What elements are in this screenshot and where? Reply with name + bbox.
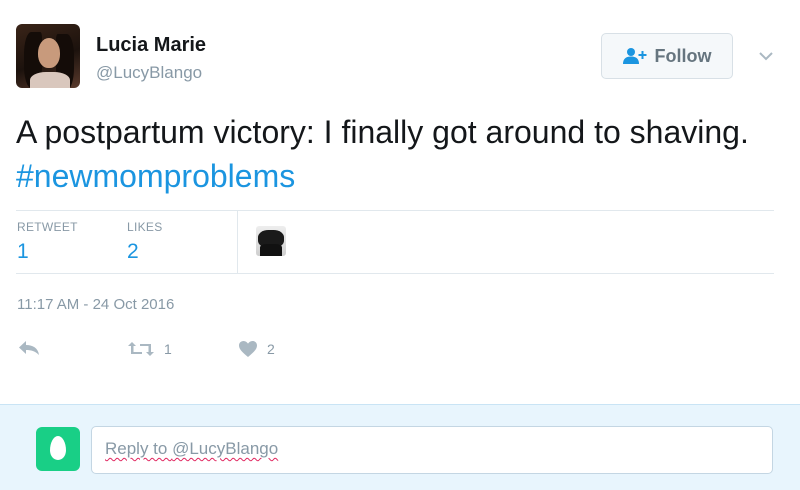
- divider-bottom: [16, 273, 774, 274]
- retweet-count: 1: [17, 240, 29, 263]
- follow-button[interactable]: Follow: [601, 33, 733, 79]
- likes-label: LIKES: [127, 220, 163, 234]
- retweet-stat[interactable]: RETWEET 1: [17, 220, 78, 264]
- divider-top: [16, 210, 774, 211]
- tweet-text: A postpartum victory: I finally got arou…: [16, 110, 776, 198]
- reply-placeholder-handle: @LucyBlango: [172, 439, 279, 458]
- retweet-icon: [128, 342, 154, 356]
- reply-icon: [19, 341, 39, 355]
- avatar-shirt: [30, 72, 70, 88]
- chevron-down-icon[interactable]: [756, 46, 776, 66]
- display-name[interactable]: Lucia Marie: [96, 34, 206, 57]
- liker-avatar-body: [260, 244, 282, 256]
- like-action-count: 2: [267, 341, 275, 357]
- reply-placeholder-prefix: Reply to: [105, 439, 173, 458]
- liker-avatar[interactable]: [256, 226, 286, 256]
- user-avatar[interactable]: [16, 24, 80, 88]
- follow-user-icon: [622, 48, 646, 64]
- hashtag-link[interactable]: #newmomproblems: [16, 158, 295, 194]
- heart-icon: [239, 341, 257, 357]
- reply-section: Reply to @LucyBlango: [0, 404, 800, 490]
- retweet-action-count: 1: [164, 341, 172, 357]
- follow-button-label: Follow: [654, 45, 712, 66]
- retweet-button[interactable]: 1: [127, 340, 172, 358]
- retweet-label: RETWEET: [17, 220, 78, 234]
- egg-icon: [50, 436, 66, 460]
- likes-stat[interactable]: LIKES 2: [127, 220, 163, 264]
- screen-name[interactable]: @LucyBlango: [96, 63, 202, 83]
- tweet-text-body: A postpartum victory: I finally got arou…: [16, 114, 749, 150]
- reply-input[interactable]: Reply to @LucyBlango: [91, 426, 773, 474]
- like-button[interactable]: 2: [238, 340, 275, 358]
- likes-count: 2: [127, 240, 139, 263]
- reply-button[interactable]: [18, 340, 40, 356]
- tweet-timestamp[interactable]: 11:17 AM - 24 Oct 2016: [17, 296, 174, 313]
- stats-divider: [237, 211, 238, 273]
- current-user-avatar: [36, 427, 80, 471]
- avatar-face: [38, 38, 60, 68]
